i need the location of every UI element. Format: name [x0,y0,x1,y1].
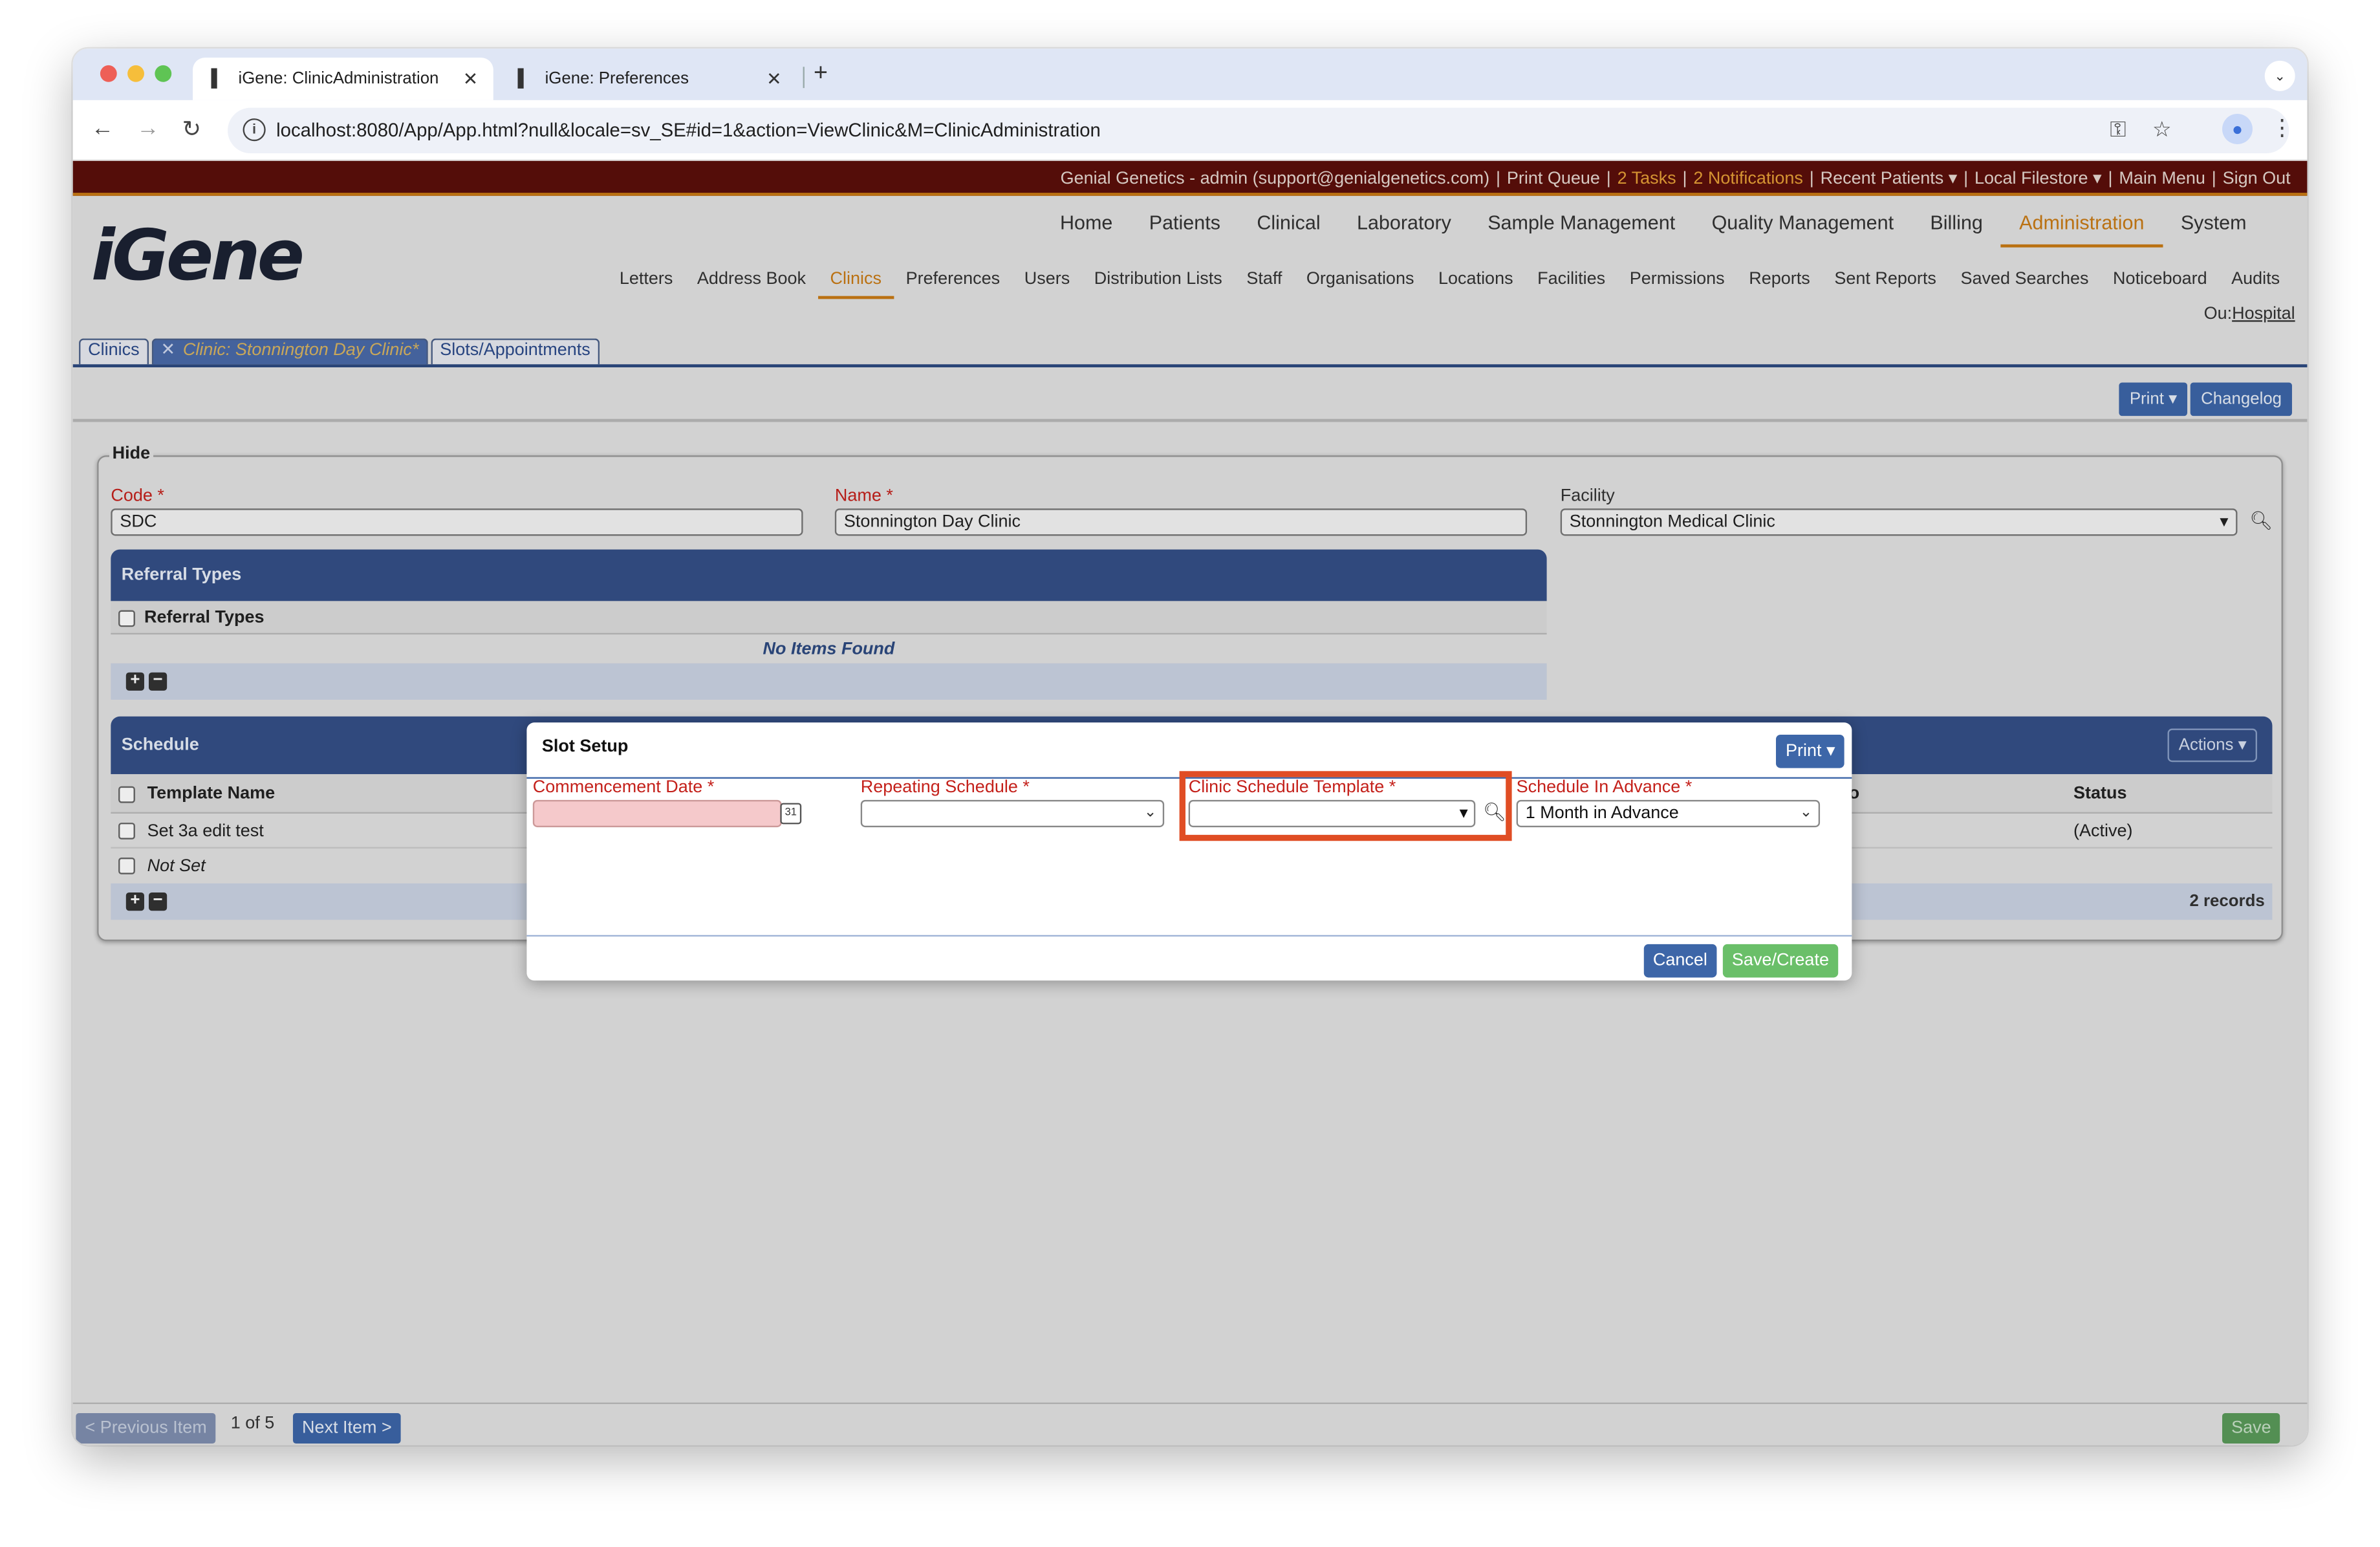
tab-title: iGene: ClinicAdministration [238,69,439,89]
back-icon[interactable]: ← [91,115,114,141]
cancel-button[interactable]: Cancel [1643,944,1717,978]
browser-menu-icon[interactable]: ⋮ [2271,114,2293,141]
address-bar[interactable]: i localhost:8080/App/App.html?null&local… [228,107,2289,154]
url-text: localhost:8080/App/App.html?null&locale=… [276,120,1101,142]
password-key-icon[interactable]: ⚿ [2110,117,2126,143]
commencement-date-label: Commencement Date * [532,779,715,797]
chevron-down-icon: ⌄ [1143,804,1157,821]
chevron-down-icon: ⌄ [1799,804,1813,821]
reload-icon[interactable]: ↻ [182,115,202,143]
schedule-in-advance-label: Schedule In Advance * [1516,779,1693,797]
calendar-icon[interactable]: 31 [780,803,802,825]
igene-app: Genial Genetics - admin (support@genialg… [72,160,2308,1445]
commencement-date-input[interactable] [532,799,782,828]
close-window-button[interactable] [100,65,117,82]
dialog-footer-divider [526,935,1852,937]
bookmark-star-icon[interactable]: ☆ [2152,117,2171,143]
close-tab-icon[interactable]: ✕ [463,69,479,90]
tab-separator [803,67,805,89]
minimize-window-button[interactable] [127,65,144,82]
tab-title: iGene: Preferences [545,69,689,89]
schedule-in-advance-value: 1 Month in Advance [1525,804,1679,823]
repeating-schedule-label: Repeating Schedule * [860,779,1030,797]
close-tab-icon[interactable]: ✕ [766,69,782,90]
new-tab-icon[interactable]: + [814,61,828,88]
repeating-schedule-select[interactable]: ⌄ [860,799,1165,828]
save-create-button[interactable]: Save/Create [1722,944,1839,978]
browser-tab-preferences[interactable]: ▌ iGene: Preferences ✕ [499,58,797,100]
maximize-window-button[interactable] [155,65,172,82]
forward-icon[interactable]: → [136,115,159,141]
dialog-print-button[interactable]: Print ▾ [1776,734,1844,768]
tab-strip: ▌ iGene: ClinicAdministration ✕ ▌ iGene:… [72,49,2308,100]
schedule-in-advance-select[interactable]: 1 Month in Advance ⌄ [1516,799,1821,828]
site-info-icon[interactable]: i [243,118,266,142]
template-highlight-box [1179,771,1512,841]
dialog-title: Slot Setup [541,737,629,756]
slot-setup-dialog: Slot Setup Print ▾ Commencement Date * 3… [526,722,1852,981]
browser-tab-clinic-admin[interactable]: ▌ iGene: ClinicAdministration ✕ [193,58,493,100]
igene-favicon-icon: ▌ [211,69,223,89]
igene-favicon-icon: ▌ [517,69,530,89]
browser-window: ▌ iGene: ClinicAdministration ✕ ▌ iGene:… [72,49,2308,1445]
tab-search-chevron-icon[interactable]: ⌄ [2264,60,2295,91]
browser-toolbar: ← → ↻ i localhost:8080/App/App.html?null… [72,100,2308,161]
profile-avatar-icon[interactable]: ● [2222,114,2253,144]
